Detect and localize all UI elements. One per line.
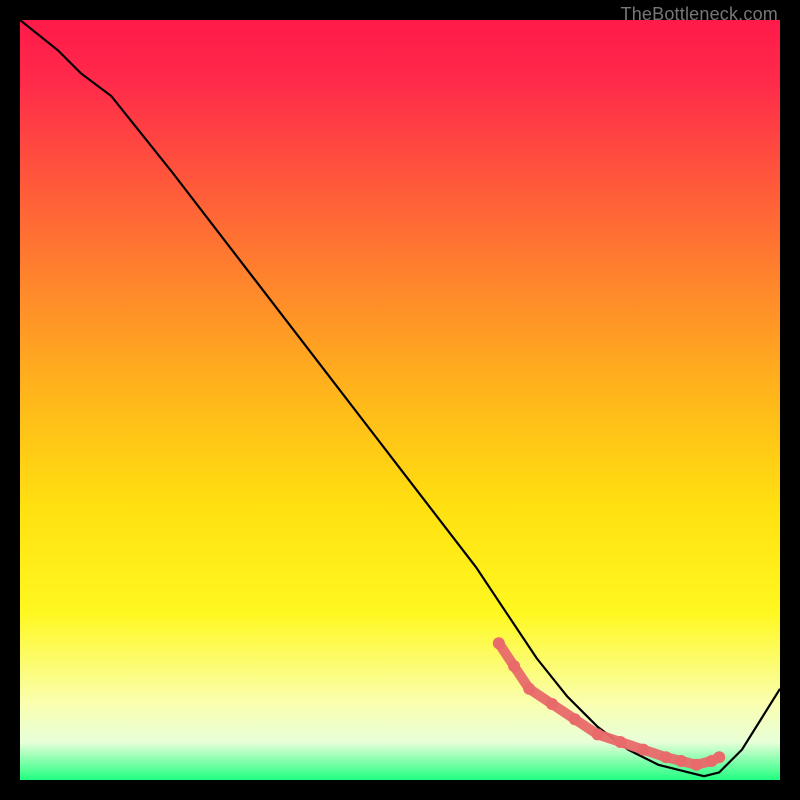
chart-svg — [20, 20, 780, 780]
watermark-text: TheBottleneck.com — [621, 4, 778, 25]
curve-path — [20, 20, 780, 776]
chart-container — [20, 20, 780, 780]
marker-stroke — [499, 643, 719, 765]
